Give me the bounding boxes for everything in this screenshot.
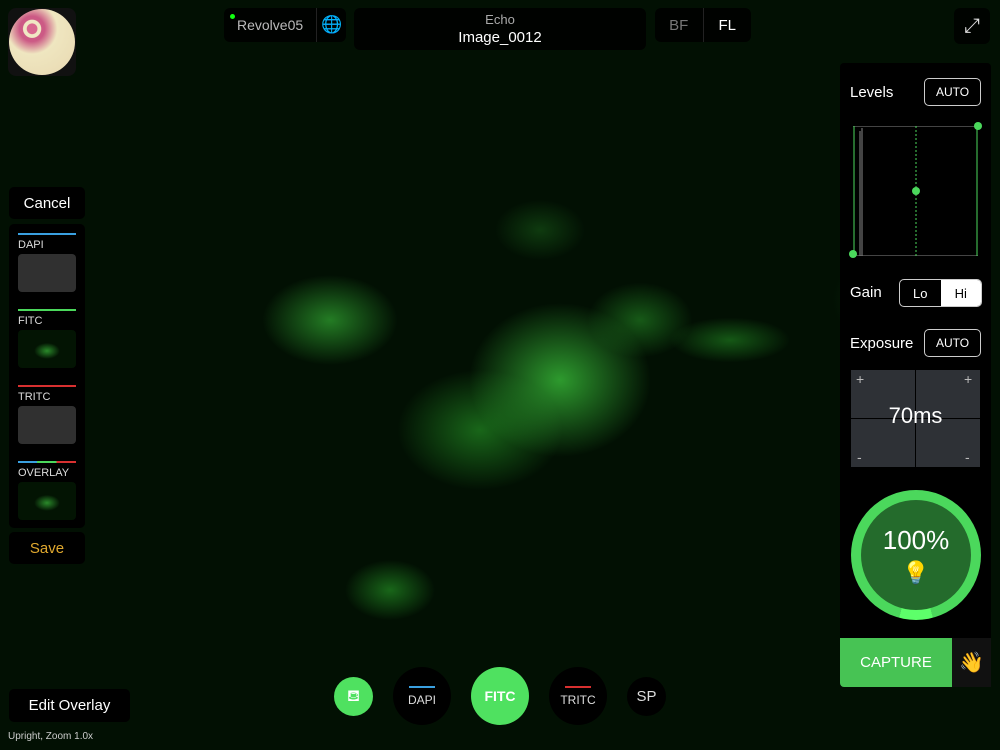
button-label: SP [636,688,657,705]
channel-overlay[interactable]: OVERLAY [18,461,76,537]
levels-label: Levels [850,84,894,101]
exposure-label: Exposure [850,335,914,352]
sample-thumbnail[interactable] [8,8,76,76]
channel-preview [18,254,76,292]
levels-auto-button[interactable]: AUTO [924,78,981,106]
channel-tritc[interactable]: TRITC [18,385,76,461]
cancel-button[interactable]: Cancel [9,187,85,219]
gain-hi-button[interactable]: Hi [940,280,981,306]
lightbulb-icon: 💡 [902,559,930,585]
channel-preview [18,406,76,444]
status-text: Upright, Zoom 1.0x [8,731,94,742]
channel-color-line [18,309,76,311]
mode-fl-button[interactable]: FL [704,8,752,42]
app-name: Echo [485,12,515,27]
channel-preview [18,330,76,368]
gain-label: Gain [850,284,882,301]
channel-label: FITC [18,315,43,327]
channel-color-line [18,461,76,463]
exposure-auto-button[interactable]: AUTO [924,329,981,357]
paint-bucket-icon[interactable]: ⛾ [334,677,373,716]
channel-label: TRITC [18,391,51,403]
device-name: Revolve05 [237,17,304,33]
intensity-value: 100% [882,524,950,555]
channel-sp-button[interactable]: SP [627,677,666,716]
black-point-handle[interactable] [849,250,857,258]
expand-icon[interactable]: ⤢ [954,8,990,44]
white-point-handle[interactable] [974,122,982,130]
control-panel: Levels AUTO Gain Lo Hi Exposure AUTO + +… [840,63,991,685]
channel-color-line [18,385,76,387]
exposure-coarse-decrease[interactable]: - [857,449,862,465]
image-name: Image_0012 [458,29,542,46]
connection-status-dot [230,14,235,19]
edit-overlay-button[interactable]: Edit Overlay [9,689,130,722]
hand-wave-icon[interactable]: 👋 [952,638,991,687]
channel-color-line [565,685,591,688]
channel-label: DAPI [18,239,44,251]
exposure-value: 70ms [888,403,943,428]
channel-list: DAPI FITC TRITC OVERLAY [9,224,85,528]
channel-label: OVERLAY [18,467,70,479]
gain-lo-button[interactable]: Lo [900,280,941,306]
gamma-handle[interactable] [912,187,920,195]
image-title[interactable]: Echo Image_0012 [354,8,646,50]
globe-icon[interactable]: 🌐 [316,8,346,42]
exposure-fine-decrease[interactable]: - [965,449,970,465]
button-label: FITC [484,688,516,704]
mode-toggle: BF FL [655,8,751,42]
channel-dapi-button[interactable]: DAPI [393,667,451,725]
exposure-fine-increase[interactable]: + [964,371,972,387]
channel-fitc-button[interactable]: FITC [471,667,529,725]
button-label: TRITC [560,692,596,707]
channel-preview [18,482,76,520]
button-label: DAPI [407,692,436,707]
save-button[interactable]: Save [9,532,85,564]
channel-fitc[interactable]: FITC [18,309,76,385]
channel-color-line [409,685,435,688]
mode-bf-button[interactable]: BF [655,8,704,42]
exposure-coarse-increase[interactable]: + [856,371,864,387]
levels-histogram[interactable] [849,122,982,258]
led-intensity-dial[interactable]: 100% 💡 [851,490,981,620]
gain-toggle: Lo Hi [899,279,982,307]
device-selector[interactable]: Revolve05 🌐 [224,8,346,42]
channel-dapi[interactable]: DAPI [18,233,76,309]
channel-color-line [18,233,76,235]
channel-tritc-button[interactable]: TRITC [549,667,607,725]
capture-button[interactable]: CAPTURE [840,638,952,687]
